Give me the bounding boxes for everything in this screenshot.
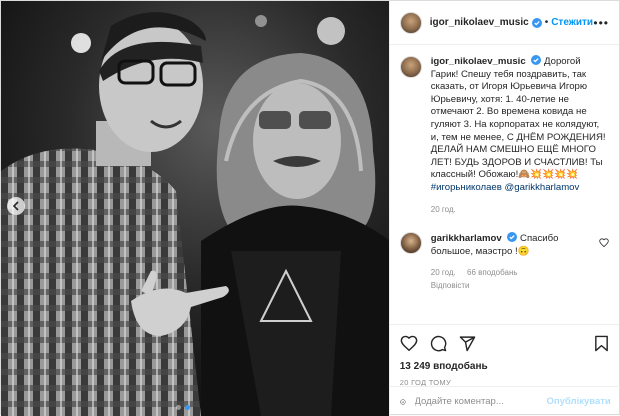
previous-photo-button[interactable] [7, 197, 25, 215]
caption-text: Дорогой Гарик! Спешу тебя поздравить, та… [430, 56, 606, 181]
caption-hashtag[interactable]: #игорьниколаев [431, 182, 502, 193]
chevron-left-icon [12, 201, 19, 211]
more-icon[interactable]: ••• [593, 16, 609, 30]
reply-avatar[interactable] [399, 232, 422, 255]
caption: igor_nikolaev_music Дорогой Гарик! Спешу… [399, 55, 609, 216]
action-icons [400, 331, 609, 355]
post-side-panel: igor_nikolaev_music • Стежити ••• igor_n… [388, 1, 620, 416]
caption-avatar[interactable] [399, 56, 422, 78]
reply-author[interactable]: garikkharlamov [431, 233, 502, 244]
save-button[interactable] [594, 335, 609, 352]
heart-icon[interactable] [599, 238, 609, 248]
separator-dot: • [544, 17, 549, 28]
emoji-icon[interactable] [400, 394, 406, 410]
carousel-dot [176, 405, 181, 410]
comment-button[interactable] [430, 335, 447, 352]
caption-body: igor_nikolaev_music Дорогой Гарик! Спешу… [431, 55, 609, 216]
like-button[interactable] [400, 335, 418, 351]
comment-icon [430, 335, 447, 351]
photo-scene [1, 1, 389, 416]
add-comment-bar: Опублікувати [389, 386, 620, 416]
publish-button[interactable]: Опублікувати [547, 396, 611, 407]
carousel-dots [176, 405, 190, 410]
post-header: igor_nikolaev_music • Стежити ••• [389, 1, 619, 45]
post-photo[interactable] [1, 1, 389, 416]
likes-count[interactable]: 13 249 вподобань [400, 361, 609, 372]
caption-meta: 20 год. [431, 204, 609, 217]
reply-body: garikkharlamov Спасибо большое, маэстро … [431, 232, 609, 292]
reply-age[interactable]: 20 год. [431, 268, 456, 277]
heart-icon [400, 335, 418, 351]
caption-mention[interactable]: @garikkharlamov [505, 182, 580, 193]
reply-likes[interactable]: 66 вподобань [467, 268, 518, 277]
comment-input[interactable] [414, 396, 547, 407]
reply-button[interactable]: Відповісти [431, 281, 470, 290]
verified-icon [531, 17, 542, 28]
author-avatar[interactable] [399, 11, 422, 34]
reply-comment: garikkharlamov Спасибо большое, маэстро … [399, 232, 609, 292]
verified-icon [507, 232, 518, 243]
comments-section: igor_nikolaev_music Дорогой Гарик! Спешу… [390, 45, 619, 324]
reply-meta: 20 год. 66 вподобань Відповісти [431, 267, 593, 292]
carousel-dot-active [185, 405, 190, 410]
caption-age[interactable]: 20 год. [431, 205, 456, 214]
author-username[interactable]: igor_nikolaev_music [430, 17, 529, 28]
verified-icon [531, 55, 542, 65]
follow-button[interactable]: Стежити [551, 17, 593, 28]
share-icon [459, 335, 476, 351]
instagram-post: igor_nikolaev_music • Стежити ••• igor_n… [0, 0, 620, 416]
bookmark-icon [595, 335, 608, 351]
caption-author[interactable]: igor_nikolaev_music [431, 56, 526, 67]
share-button[interactable] [459, 335, 476, 352]
